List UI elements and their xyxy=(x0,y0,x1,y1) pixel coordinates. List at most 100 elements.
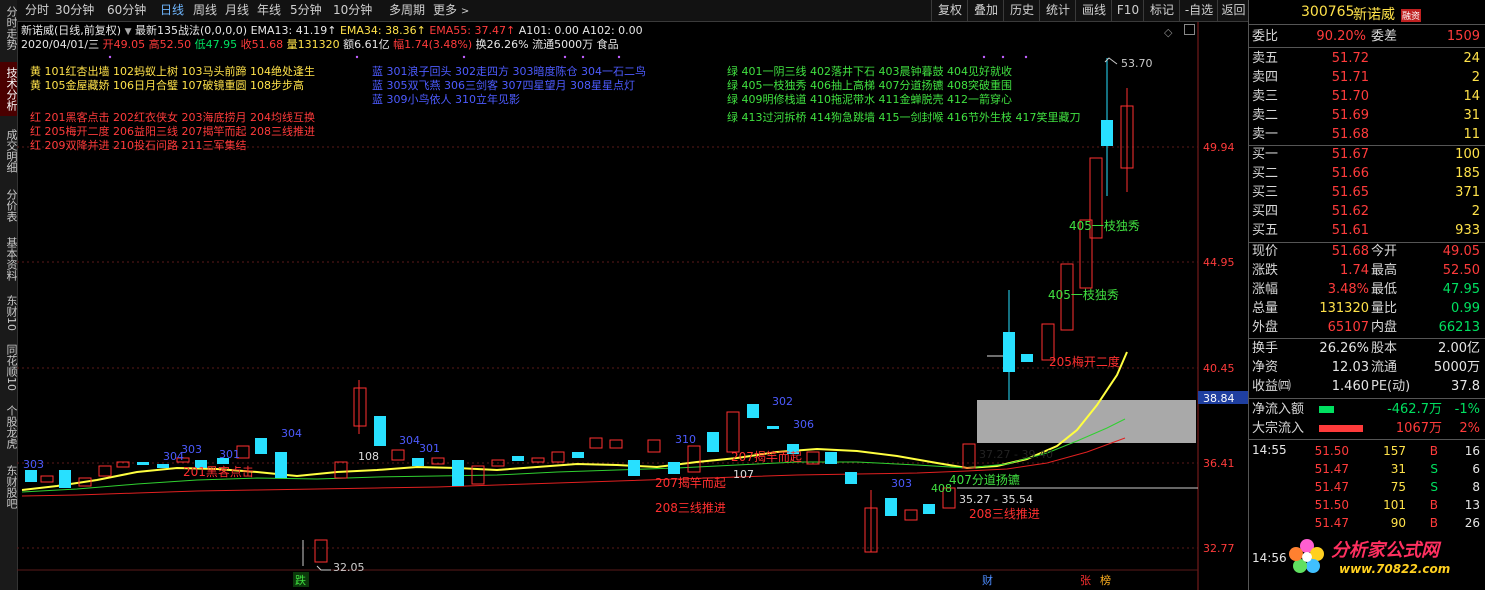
stat-value: 2.00亿 xyxy=(1438,341,1480,356)
legend-yellow: 黄 101红杏出墙 102蚂蚁上树 103马头前蹄 104绝处逢生 黄 105金… xyxy=(30,65,315,93)
stat-value: 0.99 xyxy=(1451,301,1480,316)
ask-price: 51.70 xyxy=(1331,89,1369,104)
stat-value: 49.05 xyxy=(1442,244,1480,259)
candle xyxy=(1101,120,1113,146)
ask-row[interactable]: 卖四 51.71 2 xyxy=(1249,69,1485,87)
bid-row[interactable]: 买二 51.66 185 xyxy=(1249,165,1485,183)
stat-label: 收益㈣ xyxy=(1252,379,1292,394)
legend-line: 黄 105金屋藏娇 106日月合璧 107破镜重圆 108步步高 xyxy=(30,79,304,92)
bid-price: 51.62 xyxy=(1331,204,1369,219)
signal-306: 306 xyxy=(793,418,814,431)
watermark-url: www.70822.com xyxy=(1339,562,1451,576)
stat-value: 1.460 xyxy=(1331,379,1369,394)
signal-304: 304 xyxy=(281,427,302,440)
legend-line: 绿 405一枝独秀 406抽上高梯 407分道扬镳 408突破重围 xyxy=(727,79,1012,92)
range-label: 37.27 - 39.40 xyxy=(979,448,1053,461)
flow-bar xyxy=(1319,406,1334,413)
stat-row: 收益㈣ 1.460 PE(动) 37.8 xyxy=(1249,378,1485,396)
ask-row[interactable]: 卖五 51.72 24 xyxy=(1249,50,1485,68)
y-label: 36.41 xyxy=(1203,457,1235,470)
stat-label: 换手 xyxy=(1252,341,1279,356)
tick-price: 51.47 xyxy=(1314,462,1349,476)
candle xyxy=(767,426,779,429)
tick-row: 51.50 157 B 16 xyxy=(1249,443,1485,460)
tick-count: 26 xyxy=(1464,516,1480,530)
candle xyxy=(628,460,640,476)
candle xyxy=(825,452,837,464)
bid-row[interactable]: 买五 51.61 933 xyxy=(1249,222,1485,240)
tag-cai[interactable]: 财 xyxy=(982,573,993,587)
bid-row[interactable]: 买四 51.62 2 xyxy=(1249,203,1485,221)
ask-row[interactable]: 卖三 51.70 14 xyxy=(1249,88,1485,106)
ask-row[interactable]: 卖二 51.69 31 xyxy=(1249,107,1485,125)
ask-label: 卖四 xyxy=(1252,70,1279,85)
tick-volume: 101 xyxy=(1383,498,1406,512)
nav-jishu[interactable]: 技术分析 xyxy=(0,62,17,116)
stat-row: 涨跌 1.74 最高 52.50 xyxy=(1249,262,1485,280)
left-nav: 分时走势 技术分析 成交明细 分价表 基本资料 东财10 同花顺10 个股龙虎 … xyxy=(0,0,18,590)
ask-volume: 24 xyxy=(1463,51,1480,66)
watermark-logo: 分析家公式网 www.70822.com xyxy=(1287,532,1483,588)
webi-value: 90.20% xyxy=(1316,29,1366,44)
tick-price: 51.47 xyxy=(1314,480,1349,494)
nav-longhu[interactable]: 个股龙虎 xyxy=(0,400,17,454)
stat-row: 外盘 65107 内盘 66213 xyxy=(1249,319,1485,337)
annotation-207: 207揭竿而起 xyxy=(655,475,726,490)
tick-volume: 90 xyxy=(1390,516,1406,530)
nav-chengjiao[interactable]: 成交明细 xyxy=(0,124,17,178)
stat-label: 今开 xyxy=(1371,244,1398,259)
stat-row: 换手 26.26% 股本 2.00亿 xyxy=(1249,340,1485,358)
annotation-405: 405一枝独秀 xyxy=(1048,287,1119,302)
stat-label: 现价 xyxy=(1252,244,1279,259)
signal-304: 302 xyxy=(772,395,793,408)
nav-dongcai[interactable]: 东财10 xyxy=(0,292,17,334)
signal-108: 108 xyxy=(358,450,379,463)
tick-count: 13 xyxy=(1464,498,1480,512)
nav-guba[interactable]: 东财股吧 xyxy=(0,460,17,514)
ask-price: 51.71 xyxy=(1331,70,1369,85)
ask-row[interactable]: 卖一 51.68 11 xyxy=(1249,126,1485,144)
legend-line: 绿 409明修栈道 410拖泥带水 411金蝉脱壳 412一箭穿心 xyxy=(727,93,1012,106)
nav-fenshi[interactable]: 分时走势 xyxy=(0,2,17,54)
annotation-208: 208三线推进 xyxy=(969,507,1040,521)
tag-die[interactable]: 跌 xyxy=(295,573,306,587)
quote-panel: 300765 新诺威 融资 委比 90.20% 委差 1509 卖五 51.72 2… xyxy=(1248,0,1485,590)
tick-side: B xyxy=(1429,516,1438,530)
tick-volume: 31 xyxy=(1390,462,1406,476)
ask-volume: 14 xyxy=(1463,89,1480,104)
nav-fenjia[interactable]: 分价表 xyxy=(0,184,17,226)
bid-row[interactable]: 买一 51.67 100 xyxy=(1249,146,1485,164)
stat-label: 量比 xyxy=(1371,301,1398,316)
flow-label: 大宗流入 xyxy=(1252,421,1305,436)
tag-bang[interactable]: 榜 xyxy=(1100,573,1111,587)
tag-zhang[interactable]: 张 xyxy=(1080,574,1091,587)
bid-price: 51.67 xyxy=(1331,147,1369,162)
bid-row[interactable]: 买三 51.65 371 xyxy=(1249,184,1485,202)
candle xyxy=(412,458,424,466)
candle xyxy=(452,460,464,486)
stock-code: 300765 xyxy=(1301,4,1355,20)
nav-jiben[interactable]: 基本资料 xyxy=(0,232,17,286)
divider xyxy=(1249,439,1485,440)
bid-volume: 100 xyxy=(1455,147,1480,162)
bid-label: 买二 xyxy=(1252,166,1279,181)
ask-price: 51.69 xyxy=(1331,108,1369,123)
signal-303: 303 xyxy=(181,443,202,456)
legend-blue: 蓝 301浪子回头 302走四方 303暗度陈仓 304一石二鸟 蓝 305双飞… xyxy=(372,65,646,107)
candle xyxy=(647,439,661,453)
nav-tonghuashun[interactable]: 同花顺10 xyxy=(0,340,17,394)
flow-value: -462.7万 xyxy=(1387,402,1442,417)
webi-row: 委比 90.20% 委差 1509 xyxy=(1249,28,1485,46)
candle xyxy=(157,464,169,468)
annotation-207: 207揭竿而起 xyxy=(731,449,802,464)
watermark-title: 分析家公式网 xyxy=(1331,540,1439,561)
signal-301: 301 xyxy=(219,448,240,461)
tick-row: 51.47 75 S 8 xyxy=(1249,479,1485,496)
stat-label: PE(动) xyxy=(1371,379,1411,394)
candle xyxy=(923,504,935,514)
stat-row: 净资 12.03 流通 5000万 xyxy=(1249,359,1485,377)
ticks-time: 14:56 xyxy=(1252,551,1287,565)
bid-label: 买四 xyxy=(1252,204,1279,219)
flow-label: 净流入额 xyxy=(1252,402,1305,417)
bid-volume: 371 xyxy=(1455,185,1480,200)
